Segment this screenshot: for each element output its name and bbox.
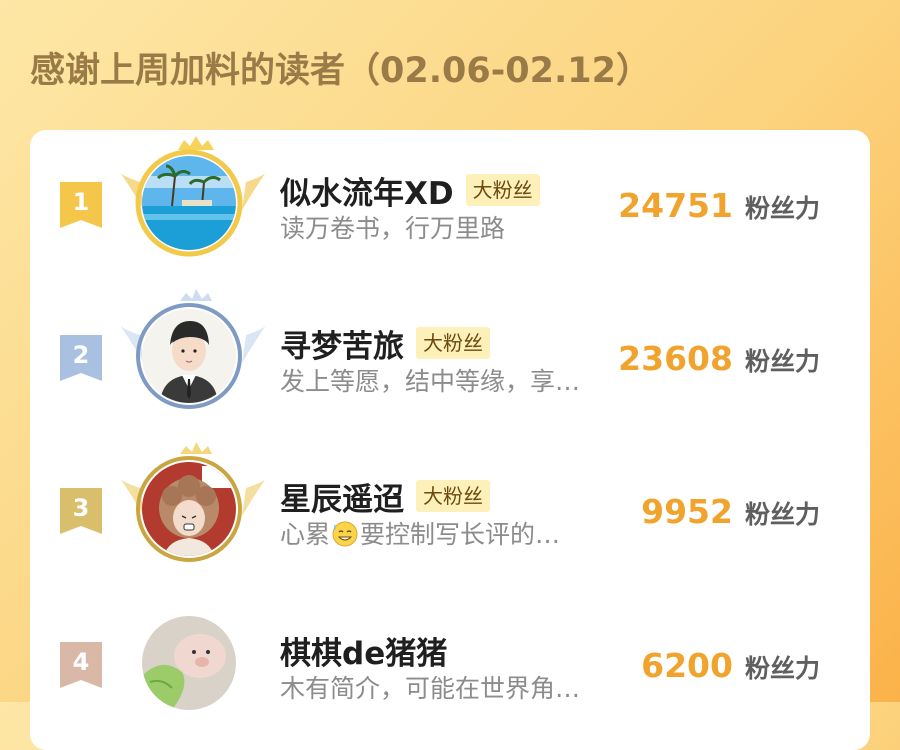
avatar bbox=[142, 616, 236, 710]
score-value: 9952 bbox=[641, 492, 733, 531]
avatar-frame-silver[interactable] bbox=[118, 285, 268, 415]
fan-power-score: 6200 粉丝力 bbox=[641, 646, 820, 685]
fan-level-badge: 大粉丝 bbox=[465, 174, 540, 206]
rank-badge-3: 3 bbox=[60, 488, 102, 534]
avatar-frame-bronze[interactable] bbox=[118, 438, 268, 568]
reader-row-4[interactable]: 4 棋棋de猪猪 木有简介，可能在世界角… 6200 粉丝力 bbox=[30, 590, 870, 730]
reader-row-3[interactable]: 3 星辰遥迢 大粉丝 心累 要控制写长评的… 9952 粉丝力 bbox=[30, 436, 870, 576]
score-value: 24751 bbox=[618, 186, 733, 225]
reader-name[interactable]: 棋棋de猪猪 bbox=[280, 628, 447, 673]
sweat-smile-emoji-icon bbox=[330, 518, 360, 548]
fan-power-score: 23608 粉丝力 bbox=[618, 339, 820, 378]
rank-badge-4: 4 bbox=[60, 642, 102, 688]
avatar bbox=[142, 309, 236, 403]
score-unit: 粉丝力 bbox=[744, 194, 820, 223]
score-value: 23608 bbox=[618, 339, 733, 378]
rank-badge-2: 2 bbox=[60, 335, 102, 381]
avatar-frame-gold[interactable] bbox=[118, 132, 268, 262]
avatar bbox=[142, 462, 236, 556]
reader-row-2[interactable]: 2 寻梦苦旅 大粉丝 发上等愿，结中等缘，享… 23608 粉丝力 bbox=[30, 283, 870, 423]
reader-row-1[interactable]: 1 似水流年XD 大粉丝 读万卷书，行万里路 24751 粉丝力 bbox=[30, 130, 870, 270]
fan-level-badge: 大粉丝 bbox=[416, 480, 490, 512]
score-unit: 粉丝力 bbox=[744, 500, 820, 529]
reader-name[interactable]: 寻梦苦旅 bbox=[280, 321, 404, 366]
reader-bio: 读万卷书，行万里路 bbox=[280, 214, 506, 243]
reader-bio: 发上等愿，结中等缘，享… bbox=[280, 367, 581, 396]
score-unit: 粉丝力 bbox=[744, 347, 820, 376]
fan-power-score: 24751 粉丝力 bbox=[618, 186, 820, 225]
avatar bbox=[142, 156, 236, 250]
page-title: 感谢上周加料的读者（02.06-02.12） bbox=[30, 51, 651, 91]
score-unit: 粉丝力 bbox=[744, 654, 820, 683]
fan-power-score: 9952 粉丝力 bbox=[641, 492, 820, 531]
reader-bio: 心累 要控制写长评的… bbox=[280, 518, 561, 549]
avatar-frame-plain[interactable] bbox=[118, 592, 268, 722]
rank-badge-1: 1 bbox=[60, 182, 102, 228]
reader-ranking-card: 1 似水流年XD 大粉丝 读万卷书，行万里路 24751 粉丝力 2 寻梦苦旅 … bbox=[30, 130, 870, 750]
reader-name[interactable]: 似水流年XD bbox=[280, 168, 454, 213]
reader-name[interactable]: 星辰遥迢 bbox=[280, 474, 404, 519]
fan-level-badge: 大粉丝 bbox=[416, 327, 490, 359]
score-value: 6200 bbox=[641, 646, 733, 685]
reader-bio: 木有简介，可能在世界角… bbox=[280, 674, 581, 703]
